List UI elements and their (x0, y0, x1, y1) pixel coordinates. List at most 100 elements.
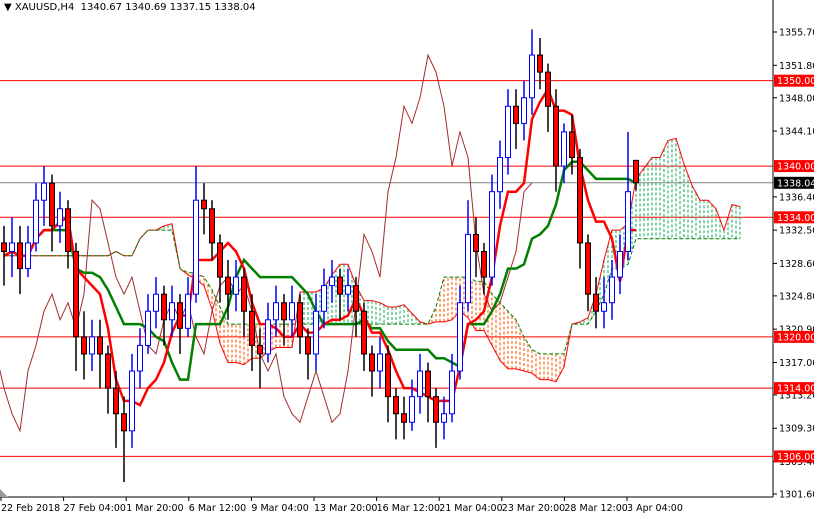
y-tick-label: 1355.70 (779, 28, 814, 39)
candle-body (113, 387, 119, 415)
candle (177, 294, 183, 354)
candle-body (505, 105, 511, 159)
candle-body (481, 250, 487, 278)
candle-body (425, 370, 431, 398)
candle (393, 388, 399, 440)
candle-body (433, 396, 439, 423)
candle (521, 80, 527, 141)
candle (545, 63, 551, 132)
candle-body (625, 191, 631, 252)
candle-body (121, 413, 127, 432)
candle-body (401, 413, 407, 423)
tenkan-sen-line (3, 86, 636, 407)
candle-body (41, 182, 47, 201)
x-tick-label: 6 Mar 12:00 (189, 503, 246, 514)
y-tick-label: 1317.00 (779, 358, 814, 369)
candle (9, 217, 15, 278)
candle-body (177, 302, 183, 329)
level-price-label: 1306.00 (777, 452, 814, 463)
y-tick-label: 1351.80 (779, 61, 814, 72)
candle (153, 277, 159, 329)
candle-body (281, 302, 287, 321)
candle (145, 294, 151, 354)
candle (65, 200, 71, 269)
candle (617, 234, 623, 295)
y-tick-label: 1336.40 (779, 192, 814, 203)
candle-body (449, 370, 455, 415)
candle-body (377, 353, 383, 372)
candle-body (265, 319, 271, 355)
candle-body (609, 276, 615, 304)
candle-body (369, 353, 375, 372)
y-tick-label: 1328.60 (779, 259, 814, 270)
candle (49, 174, 55, 252)
candle (289, 285, 295, 337)
candle-body (497, 157, 503, 193)
candle-body (169, 302, 175, 321)
candle-body (305, 336, 311, 355)
candle-body (465, 233, 471, 304)
candle (537, 37, 543, 90)
candle-body (289, 302, 295, 321)
candle-body (257, 344, 263, 355)
candle (489, 174, 495, 286)
candle-body (297, 302, 303, 338)
candle (609, 260, 615, 320)
candle (129, 353, 135, 448)
candle-body (217, 242, 223, 278)
chart-shift-marker (0, 489, 8, 497)
x-tick-label: 23 Mar 20:00 (502, 503, 565, 514)
candle (57, 191, 63, 243)
y-tick-label: 1332.50 (779, 226, 814, 237)
candle (425, 362, 431, 423)
candle-body (129, 370, 135, 432)
candle-body (313, 310, 319, 355)
candle (121, 396, 127, 483)
candle-body (1, 242, 7, 252)
candle-body (225, 276, 231, 295)
candle-body (209, 208, 215, 244)
candle (353, 277, 359, 337)
candle (401, 396, 407, 440)
candle-body (577, 157, 583, 244)
candle (345, 268, 351, 312)
level-price-label: 1350.00 (777, 76, 814, 87)
candle (97, 319, 103, 389)
candle (601, 277, 607, 329)
candle-body (17, 242, 23, 270)
candle (265, 302, 271, 363)
candle (513, 89, 519, 149)
candle-body (241, 276, 247, 312)
level-price-label: 1320.00 (777, 332, 814, 343)
candle-body (73, 250, 79, 338)
candle-body (489, 191, 495, 278)
level-price-label: 1334.00 (777, 213, 814, 224)
price-chart[interactable]: 1355.70 1351.80 1348.00 1344.10 1336.40 1332.… (0, 0, 814, 514)
candle-body (473, 233, 479, 252)
candle (377, 336, 383, 389)
candle-body (601, 302, 607, 312)
candle (201, 183, 207, 235)
candle (529, 29, 535, 115)
level-price-label: 1314.00 (777, 384, 814, 395)
candle-body (233, 276, 239, 295)
candle-body (161, 293, 167, 321)
axes: 1355.70 1351.80 1348.00 1344.10 1336.40 1332.… (0, 0, 814, 514)
level-price-label: 1340.00 (777, 162, 814, 173)
candle-body (545, 71, 551, 107)
x-tick-label: 9 Mar 04:00 (251, 503, 308, 514)
x-tick-label: 13 Mar 20:00 (314, 503, 377, 514)
candle (505, 89, 511, 175)
candle-body (441, 413, 447, 423)
candle-body (353, 285, 359, 312)
candle-body (385, 353, 391, 398)
current-price-label: 1338.04 (777, 178, 814, 189)
candle-body (361, 310, 367, 355)
candle (81, 311, 87, 380)
candle-body (633, 159, 639, 184)
candle-body (329, 276, 335, 287)
candle-body (137, 344, 143, 372)
candle-body (321, 285, 327, 312)
x-tick-label: 16 Mar 12:00 (377, 503, 440, 514)
candle-body (553, 105, 559, 167)
